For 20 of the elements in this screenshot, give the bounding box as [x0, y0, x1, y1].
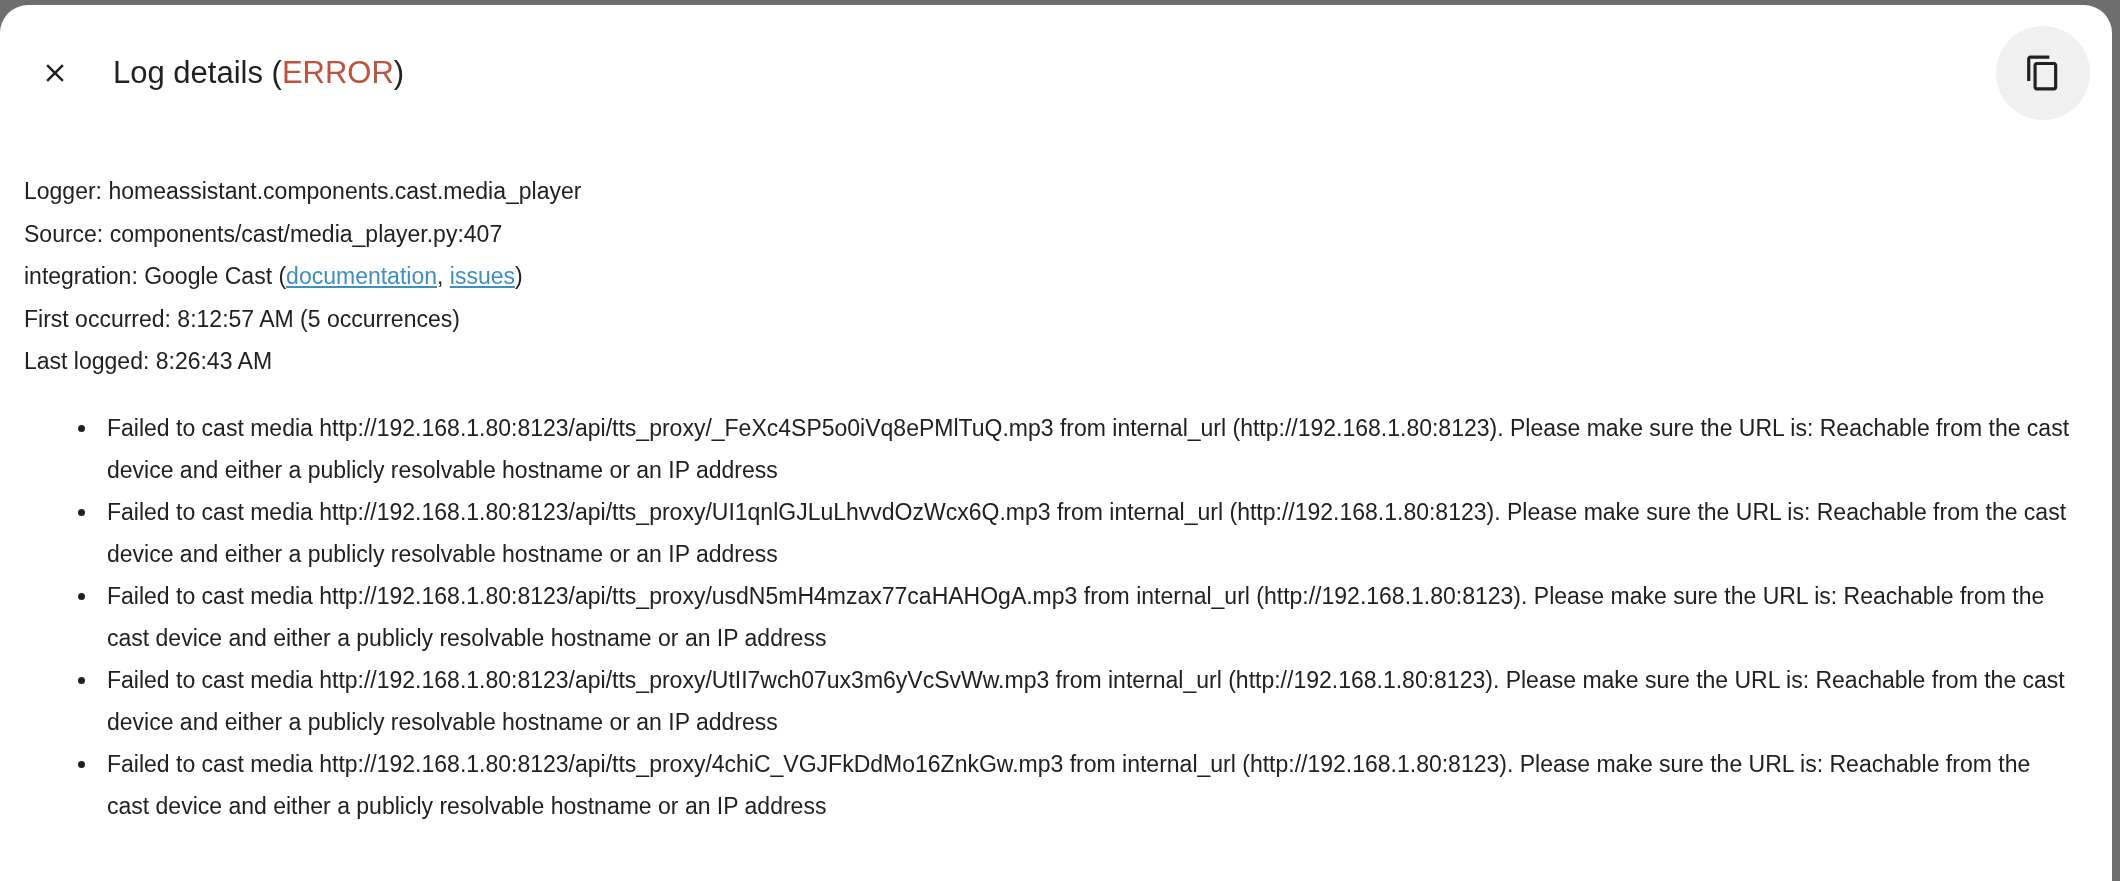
- detail-text: Source: components/cast/media_player.py:407: [24, 219, 504, 249]
- link[interactable]: issues: [449, 263, 515, 289]
- detail-text: Logger: homeassistant.components.cast.media_player: [24, 177, 583, 206]
- detail-text: Last logged: 8:26:43 AM: [24, 347, 274, 376]
- bullet-icon: [78, 760, 85, 768]
- detail-text: First occurred: 8:12:57 AM (5 occurrences): [24, 304, 461, 334]
- bullet-icon: [78, 424, 85, 432]
- bullet-icon: [78, 592, 85, 600]
- bullet-icon: [78, 508, 85, 516]
- bullet-icon: [78, 676, 85, 684]
- link[interactable]: documentation: [286, 263, 437, 289]
- separator-text: ,: [437, 263, 445, 289]
- log-message: Failed to cast media http://192.168.1.80:8123/api/tts_proxy/4chiC_VGJFkDdMo16ZnkGw.mp3 from internal_url (http://192.168.1.80:8123). Please make sure the URL is: Reachable from the cast device and either a publicly resolvable hostname or an IP address: [107, 749, 2032, 821]
- log-message: Failed to cast media http://192.168.1.80:8123/api/tts_proxy/UtII7wch07ux3m6yVcSvWw.mp3 from internal_url (http://192.168.1.80:8123). Please make sure the URL is: Reachable from the cast device and either a publicly resolvable hostname or an IP address: [107, 665, 2066, 737]
- dialog-title: Log details (ERROR): [113, 54, 406, 91]
- detail-text: ): [514, 263, 523, 289]
- log-message: Failed to cast media http://192.168.1.80:8123/api/tts_proxy/UI1qnlGJLuLhvvdOzWcx6Q.mp3 from internal_url (http://192.168.1.80:8123). Please make sure the URL is: Reachable from the cast device and either a publicly resolvable hostname or an IP address: [107, 497, 2068, 569]
- log-message: Failed to cast media http://192.168.1.80:8123/api/tts_proxy/_FeXc4SP5o0iVq8ePMlTuQ.mp3 from internal_url (http://192.168.1.80:8123). Please make sure the URL is: Reachable from the cast device and either a publicly resolvable hostname or an IP address: [107, 413, 2071, 485]
- log-message: Failed to cast media http://192.168.1.80:8123/api/tts_proxy/usdN5mH4mzax77caHAHOgA.mp3 from internal_url (http://192.168.1.80:8123). Please make sure the URL is: Reachable from the cast device and either a publicly resolvable hostname or an IP address: [107, 581, 2046, 653]
- detail-text: integration: Google Cast (: [24, 263, 287, 289]
